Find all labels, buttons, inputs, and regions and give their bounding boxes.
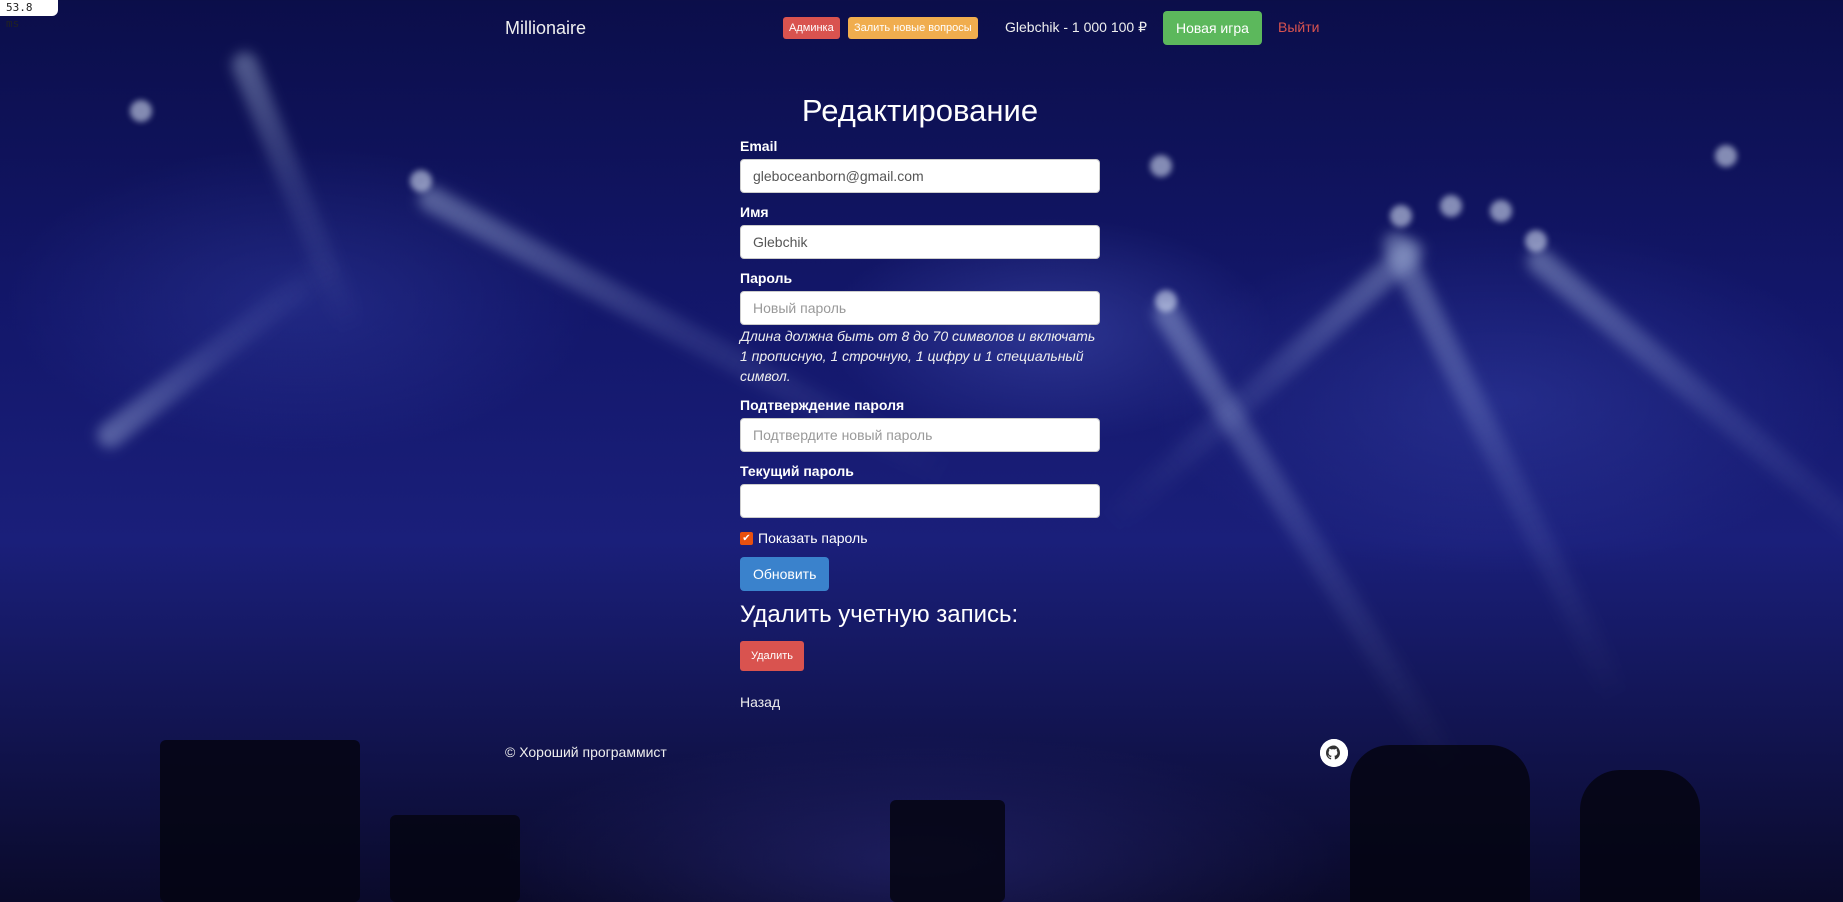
footer-copyright: © Хороший программист <box>505 744 667 760</box>
new-game-button[interactable]: Новая игра <box>1163 11 1262 45</box>
user-balance[interactable]: Glebchik - 1 000 100 ₽ <box>1005 19 1147 36</box>
back-link[interactable]: Назад <box>740 694 1100 710</box>
perf-counter: 53.8 ms <box>0 0 58 30</box>
admin-badge[interactable]: Админка <box>783 17 840 39</box>
logout-link[interactable]: Выйти <box>1278 19 1319 35</box>
update-button[interactable]: Обновить <box>740 557 830 591</box>
show-password-checkbox[interactable]: ✔ <box>740 531 753 545</box>
confirm-password-label: Подтверждение пароля <box>740 397 905 413</box>
show-password-row[interactable]: ✔ Показать пароль <box>740 530 1100 546</box>
name-label: Имя <box>740 204 769 220</box>
email-label: Email <box>740 138 778 154</box>
confirm-password-field[interactable]: Подтвердите новый пароль <box>740 418 1100 452</box>
password-label: Пароль <box>740 270 793 286</box>
delete-account-button[interactable]: Удалить <box>740 641 804 671</box>
delete-account-title: Удалить учетную запись: <box>740 601 1019 628</box>
email-field[interactable]: gleboceanborn@gmail.com <box>740 159 1100 193</box>
upload-questions-badge[interactable]: Залить новые вопросы <box>848 17 978 39</box>
password-hint: Длина должна быть от 8 до 70 символов и … <box>740 328 1096 384</box>
name-field[interactable]: Glebchik <box>740 225 1100 259</box>
new-password-field[interactable]: Новый пароль <box>740 291 1100 325</box>
edit-profile-form: Редактирование Email gleboceanborn@gmail… <box>740 92 1100 710</box>
current-password-label: Текущий пароль <box>740 463 854 479</box>
brand-logo[interactable]: Millionaire <box>505 18 586 39</box>
current-password-field[interactable] <box>740 484 1100 518</box>
page-title: Редактирование <box>801 93 1039 128</box>
navbar: Millionaire Админка Залить новые вопросы… <box>505 10 1338 46</box>
show-password-label[interactable]: Показать пароль <box>758 530 868 546</box>
github-icon[interactable] <box>1320 739 1348 767</box>
